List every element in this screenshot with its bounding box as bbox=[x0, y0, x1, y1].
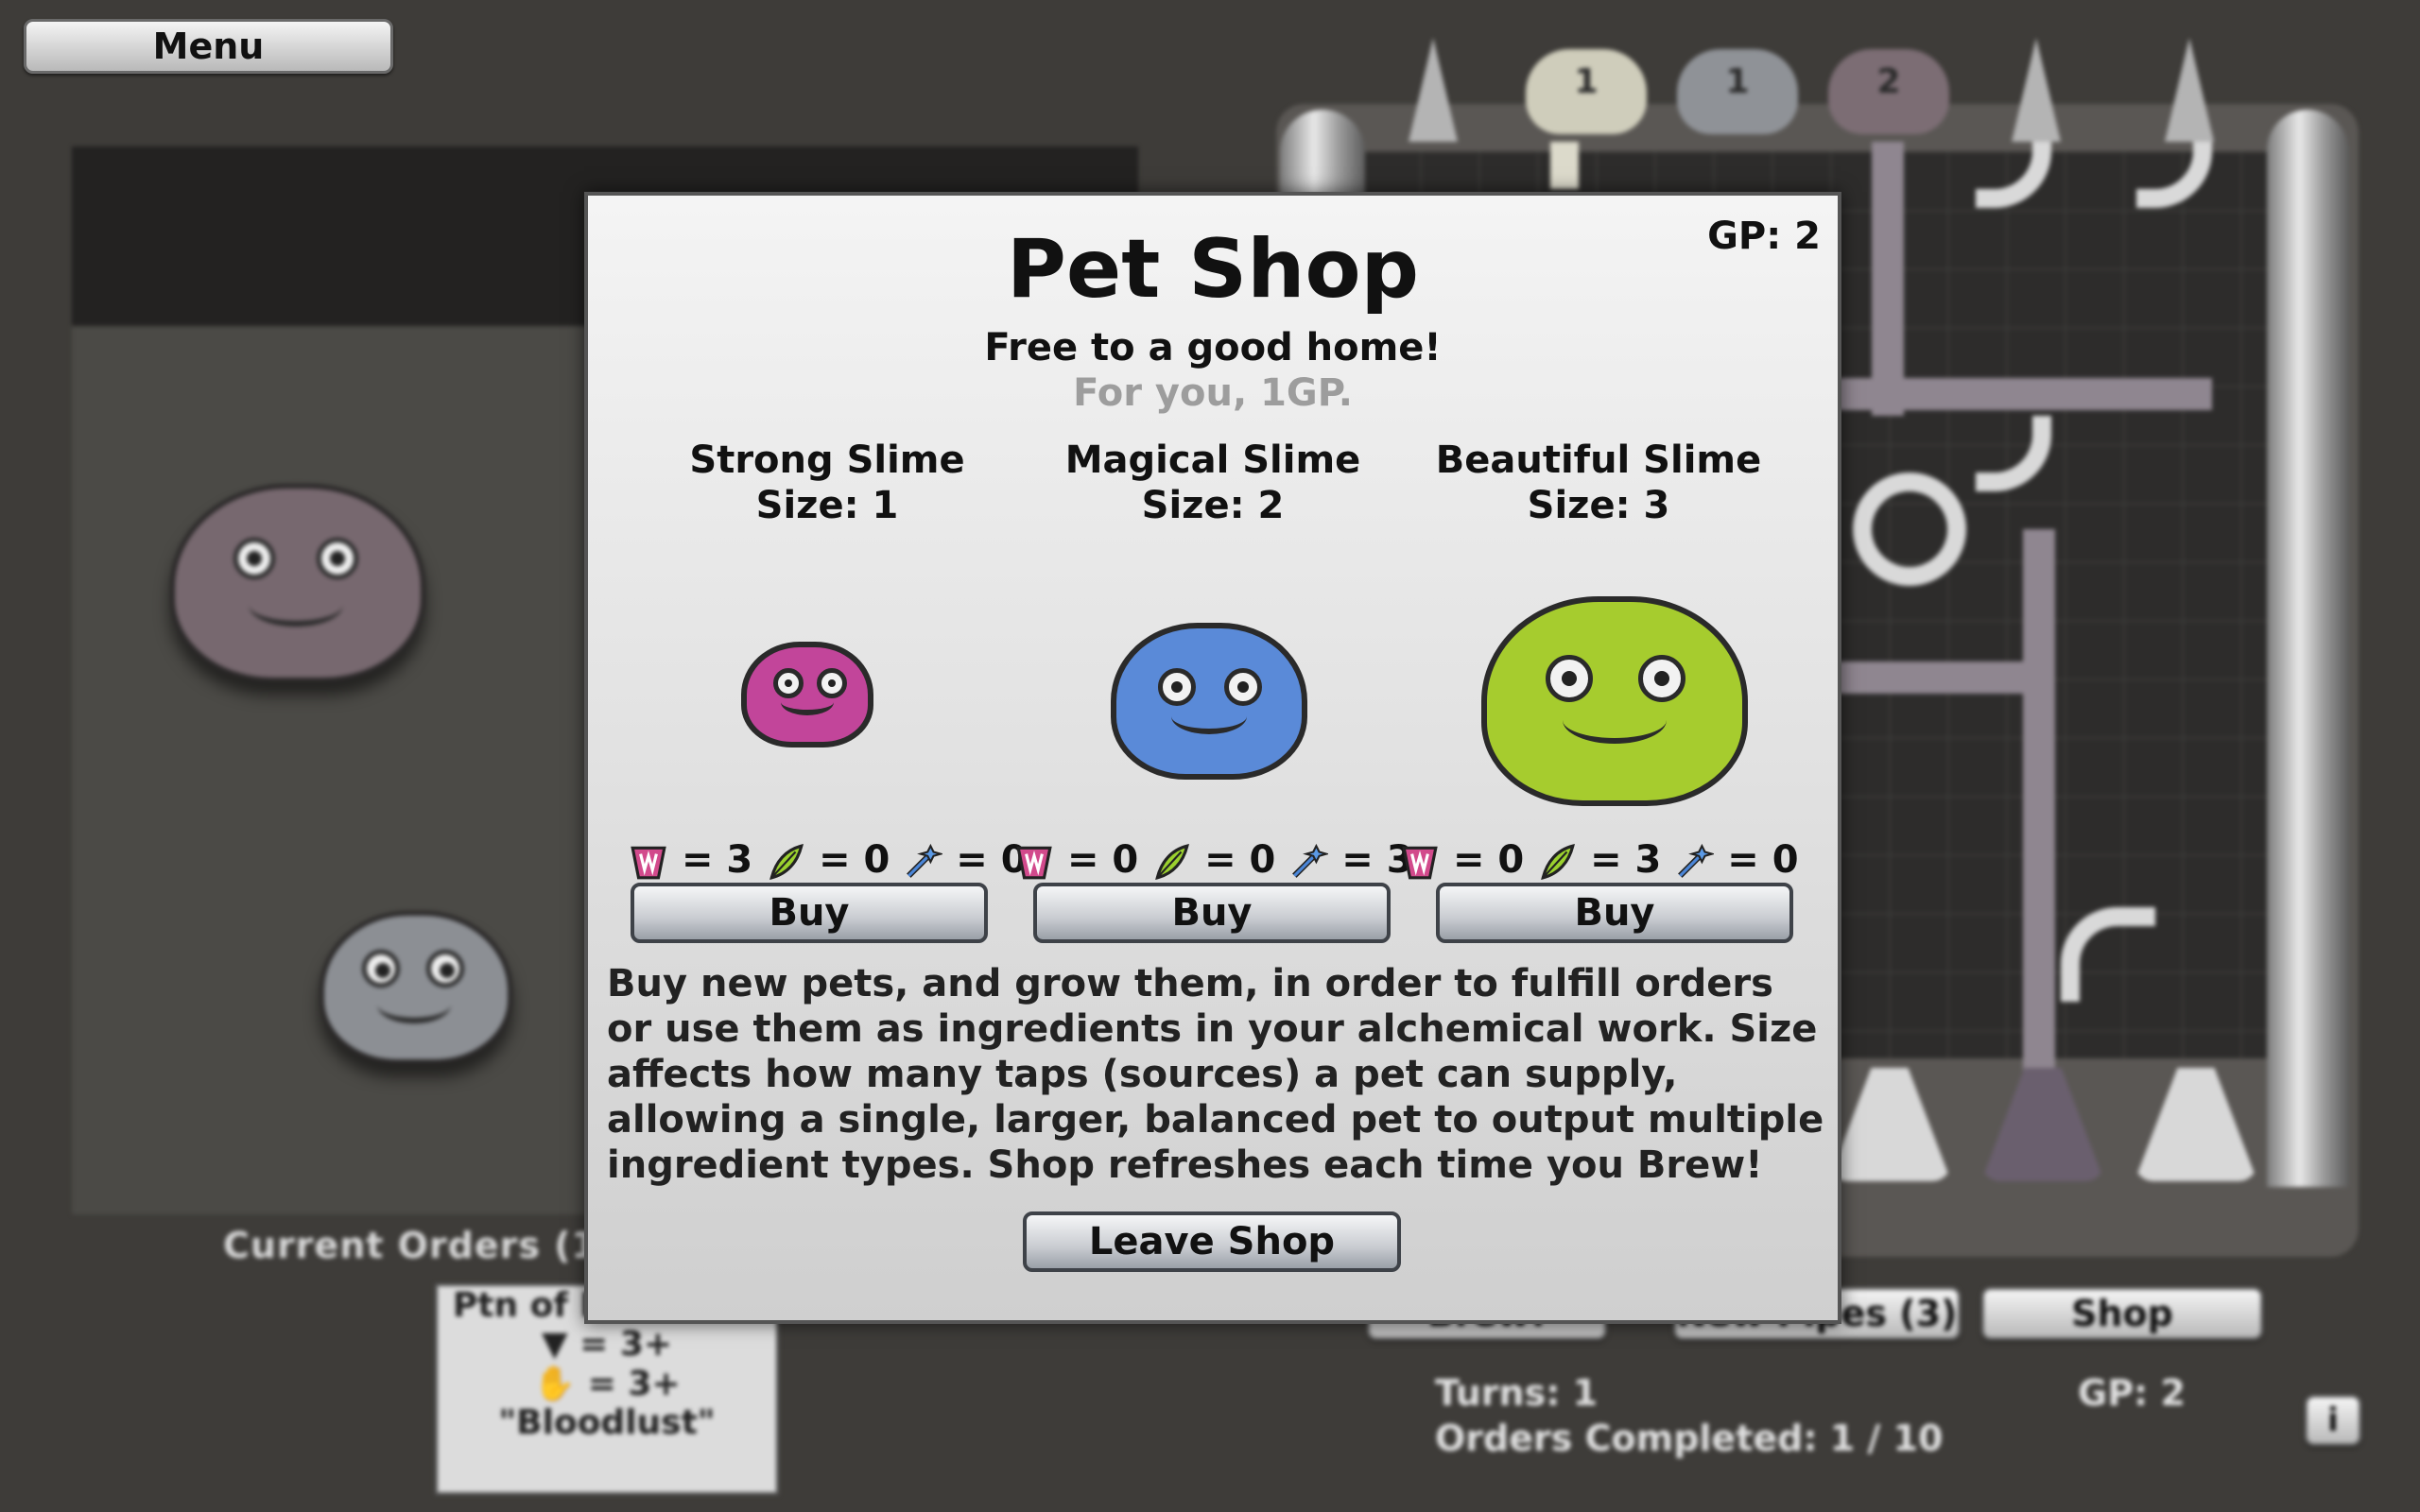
pet-name: Magical Slime bbox=[1064, 438, 1361, 482]
fangs-icon bbox=[629, 842, 668, 882]
strong-slime-image bbox=[741, 642, 873, 747]
pet-stats-beautiful: = 0 = 3 = 0 bbox=[1400, 838, 1799, 882]
leaf-icon bbox=[1151, 842, 1191, 882]
skull-number: 1 bbox=[1574, 62, 1599, 101]
buy-beautiful-slime-button[interactable]: Buy bbox=[1436, 883, 1793, 943]
pipe-segment bbox=[1872, 142, 1904, 416]
spike-decoration bbox=[1409, 38, 1458, 142]
pet-stats-strong: = 3 = 0 = 0 bbox=[629, 838, 1028, 882]
claw-icon: ✋ bbox=[533, 1365, 588, 1403]
skull-number: 1 bbox=[1725, 62, 1750, 101]
pet-name: Strong Slime bbox=[689, 438, 965, 482]
pipe-segment bbox=[1796, 378, 2212, 410]
buy-magical-slime-button[interactable]: Buy bbox=[1033, 883, 1391, 943]
pet-column-magical: Magical Slime Size: 2 bbox=[1014, 438, 1411, 528]
spike-decoration bbox=[2165, 38, 2214, 142]
pet-size: Size: 1 bbox=[755, 484, 899, 527]
leave-shop-button[interactable]: Leave Shop bbox=[1023, 1211, 1401, 1272]
shop-gold-points: GP: 2 bbox=[1707, 215, 1821, 258]
pet-name: Beautiful Slime bbox=[1435, 438, 1762, 482]
skull-tap[interactable]: 1 bbox=[1526, 49, 1647, 134]
leaf-icon bbox=[766, 842, 805, 882]
shop-price-note: For you, 1GP. bbox=[1073, 371, 1353, 415]
pet-shop-dialog: Pet Shop GP: 2 Free to a good home! For … bbox=[584, 192, 1841, 1324]
magic-wand-icon bbox=[1674, 842, 1717, 882]
order-requirement-2: ✋ = 3+ bbox=[533, 1365, 681, 1403]
pet-column-strong: Strong Slime Size: 1 bbox=[629, 438, 1026, 528]
magical-slime-image bbox=[1111, 623, 1307, 780]
fangs-icon: ▼ bbox=[541, 1325, 580, 1364]
leaf-icon bbox=[1537, 842, 1577, 882]
pet-size: Size: 2 bbox=[1141, 484, 1285, 527]
fangs-icon bbox=[1014, 842, 1054, 882]
magic-wand-icon bbox=[1288, 842, 1331, 882]
pet-slime-purple bbox=[170, 484, 425, 682]
turns-counter: Turns: 1 bbox=[1435, 1372, 1599, 1414]
pet-stats-magical: = 0 = 0 = 3 bbox=[1014, 838, 1413, 882]
skull-tap[interactable]: 2 bbox=[1828, 49, 1949, 134]
order-requirement-1: ▼ = 3+ bbox=[541, 1325, 673, 1364]
buy-strong-slime-button[interactable]: Buy bbox=[631, 883, 988, 943]
pipe-segment bbox=[2023, 529, 2055, 1077]
skull-number: 2 bbox=[1876, 62, 1901, 101]
order-description: "Bloodlust" bbox=[498, 1403, 716, 1442]
current-orders-title: Current Orders (1 bbox=[223, 1225, 598, 1266]
pet-column-beautiful: Beautiful Slime Size: 3 bbox=[1400, 438, 1797, 528]
metal-pipe-left bbox=[1280, 110, 1365, 204]
spike-decoration bbox=[2012, 38, 2061, 142]
shop-button[interactable]: Shop bbox=[1981, 1287, 2263, 1340]
pet-size: Size: 3 bbox=[1527, 484, 1670, 527]
pipe-segment bbox=[1550, 142, 1579, 189]
magic-wand-icon bbox=[903, 842, 945, 882]
shop-description: Buy new pets, and grow them, in order to… bbox=[607, 962, 1824, 1187]
pipe-segment bbox=[1853, 472, 1966, 586]
metal-pipe-right bbox=[2267, 110, 2348, 1187]
skull-tap[interactable]: 1 bbox=[1677, 49, 1798, 134]
orders-completed: Orders Completed: 1 / 10 bbox=[1435, 1418, 1944, 1459]
pet-slime-gray bbox=[320, 911, 512, 1064]
shop-title: Pet Shop bbox=[1006, 222, 1420, 317]
beautiful-slime-image bbox=[1481, 596, 1748, 806]
gold-points: GP: 2 bbox=[2078, 1372, 2186, 1414]
menu-button[interactable]: Menu bbox=[24, 19, 393, 74]
info-button[interactable]: i bbox=[2305, 1395, 2361, 1446]
shop-subtitle: Free to a good home! bbox=[984, 326, 1442, 369]
fangs-icon bbox=[1400, 842, 1440, 882]
